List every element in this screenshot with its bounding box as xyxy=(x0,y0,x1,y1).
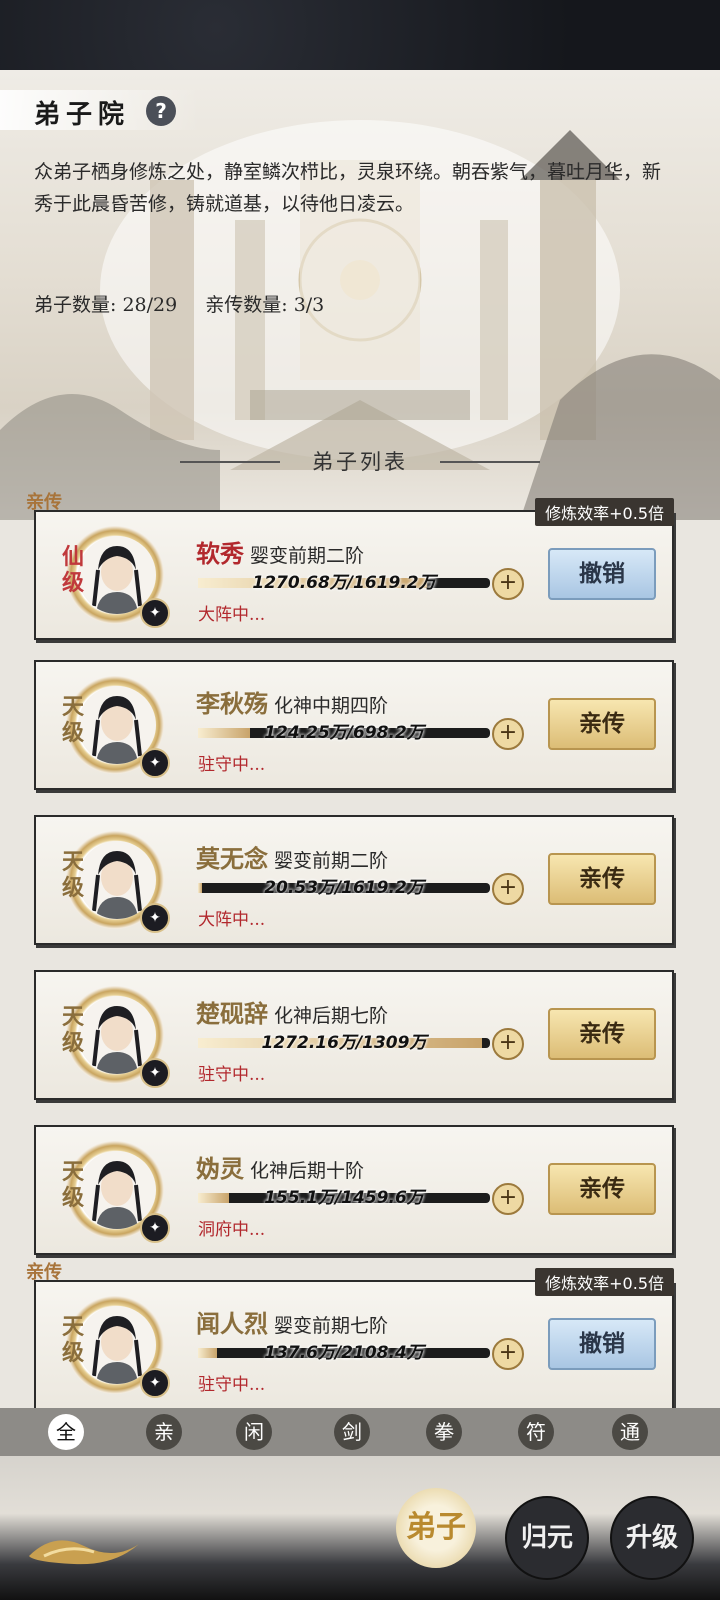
filter-tab[interactable]: 剑 xyxy=(334,1414,370,1450)
make-direct-button[interactable]: 亲传 xyxy=(548,698,656,750)
disciple-status: 驻守中... xyxy=(198,1375,266,1395)
disciple-name-row: 妫灵 化神后期十阶 xyxy=(196,1149,364,1184)
element-icon: ✦ xyxy=(140,748,170,778)
page-title: 弟子院 xyxy=(34,100,131,130)
disciple-name: 李秋殇 xyxy=(196,689,268,718)
element-icon: ✦ xyxy=(140,1058,170,1088)
disciple-count: 弟子数量: 28/29 xyxy=(34,294,178,316)
list-header: 弟子列表 xyxy=(0,442,720,482)
disciple-status: 驻守中... xyxy=(198,1065,266,1085)
disciple-card[interactable]: 天级 ✦ 楚砚辞 化神后期七阶 1272.16万/1309万 + 驻守中... 亲传 xyxy=(34,970,674,1100)
disciple-name: 莫无念 xyxy=(196,844,268,873)
ornament-right xyxy=(440,461,540,463)
disciple-name: 楚砚辞 xyxy=(196,999,268,1028)
grade-label: 天级 xyxy=(61,1004,84,1056)
disciple-card[interactable]: 亲传 修炼效率+0.5倍仙级 ✦ 软秀 婴变前期二阶 1270.68万/1619.2万 + 大… xyxy=(26,492,674,640)
grade-label: 天级 xyxy=(61,1314,84,1366)
help-icon[interactable]: ? xyxy=(146,96,176,126)
direct-disciple-tag: 亲传 xyxy=(26,1262,62,1283)
cultivation-bonus-badge: 修炼效率+0.5倍 xyxy=(535,498,674,526)
disciple-name: 软秀 xyxy=(196,539,244,568)
add-cultivation-button[interactable]: + xyxy=(492,1338,524,1370)
revoke-button[interactable]: 撤销 xyxy=(548,1318,656,1370)
revoke-button[interactable]: 撤销 xyxy=(548,548,656,600)
disciple-status: 驻守中... xyxy=(198,755,266,775)
filter-bar: 全亲闲剑拳符通 xyxy=(0,1408,720,1456)
filter-tab[interactable]: 符 xyxy=(518,1414,554,1450)
element-icon: ✦ xyxy=(140,903,170,933)
grade-label: 天级 xyxy=(61,694,84,746)
add-cultivation-button[interactable]: + xyxy=(492,718,524,750)
disciple-card[interactable]: 天级 ✦ 李秋殇 化神中期四阶 124.25万/698.2万 + 驻守中... 亲传 xyxy=(34,660,674,790)
nav-guiyuan-button[interactable]: 归元 xyxy=(505,1496,589,1580)
filter-tab[interactable]: 闲 xyxy=(236,1414,272,1450)
progress-text: 20.53万/1619.2万 xyxy=(264,878,424,898)
disciple-status: 洞府中... xyxy=(198,1220,266,1240)
nav-disciples-button[interactable]: 弟子 xyxy=(396,1488,476,1568)
add-cultivation-button[interactable]: + xyxy=(492,568,524,600)
add-cultivation-button[interactable]: + xyxy=(492,1028,524,1060)
filter-tab[interactable]: 通 xyxy=(612,1414,648,1450)
page-description: 众弟子栖身修炼之处，静室鳞次栉比，灵泉环绕。朝吞紫气，暮吐月华，新秀于此晨昏苦修… xyxy=(34,161,662,215)
disciple-name-row: 楚砚辞 化神后期七阶 xyxy=(196,994,388,1029)
element-icon: ✦ xyxy=(140,1368,170,1398)
disciple-name-row: 软秀 婴变前期二阶 xyxy=(196,534,364,569)
bottom-nav: 弟子 归元 升级 xyxy=(0,1456,720,1600)
element-icon: ✦ xyxy=(140,598,170,628)
disciple-list[interactable]: 亲传 修炼效率+0.5倍 仙级 ✦ 软秀 婴变前期二阶 1270.68万/1619.2万 + 大… xyxy=(0,490,720,1410)
disciple-status: 大阵中... xyxy=(198,605,266,625)
add-cultivation-button[interactable]: + xyxy=(492,1183,524,1215)
progress-text: 1272.16万/1309万 xyxy=(261,1033,427,1053)
direct-disciple-count: 亲传数量: 3/3 xyxy=(205,294,325,316)
disciple-realm: 化神中期四阶 xyxy=(274,695,389,717)
disciple-realm: 婴变前期二阶 xyxy=(274,850,389,872)
filter-tab[interactable]: 亲 xyxy=(146,1414,182,1450)
nav-disciples-label: 弟子 xyxy=(406,1510,466,1545)
progress-text: 1270.68万/1619.2万 xyxy=(252,573,436,593)
top-status-bar xyxy=(0,0,720,70)
filter-tab[interactable]: 拳 xyxy=(426,1414,462,1450)
disciple-realm: 婴变前期二阶 xyxy=(250,545,365,567)
grade-label: 天级 xyxy=(61,849,84,901)
progress-text: 137.6万/2108.4万 xyxy=(264,1343,424,1363)
nav-upgrade-label: 升级 xyxy=(625,1523,678,1553)
nav-guiyuan-label: 归元 xyxy=(520,1523,573,1553)
progress-text: 124.25万/698.2万 xyxy=(264,723,424,743)
disciple-name-row: 莫无念 婴变前期二阶 xyxy=(196,839,388,874)
element-icon: ✦ xyxy=(140,1213,170,1243)
direct-disciple-tag: 亲传 xyxy=(26,492,62,513)
disciple-name: 闻人烈 xyxy=(196,1309,268,1338)
grade-label: 仙级 xyxy=(61,544,84,596)
make-direct-button[interactable]: 亲传 xyxy=(548,1008,656,1060)
swirl-decoration-icon xyxy=(29,1540,139,1565)
disciple-realm: 化神后期七阶 xyxy=(274,1005,389,1027)
make-direct-button[interactable]: 亲传 xyxy=(548,853,656,905)
progress-text: 155.1万/1459.6万 xyxy=(264,1188,424,1208)
disciple-name-row: 李秋殇 化神中期四阶 xyxy=(196,684,388,719)
nav-upgrade-button[interactable]: 升级 xyxy=(610,1496,694,1580)
make-direct-button[interactable]: 亲传 xyxy=(548,1163,656,1215)
disciple-name-row: 闻人烈 婴变前期七阶 xyxy=(196,1304,388,1339)
grade-label: 天级 xyxy=(61,1159,84,1211)
ornament-left xyxy=(180,461,280,463)
list-title: 弟子列表 xyxy=(312,450,408,474)
disciple-status: 大阵中... xyxy=(198,910,266,930)
disciple-card[interactable]: 亲传 修炼效率+0.5倍天级 ✦ 闻人烈 婴变前期七阶 137.6万/2108.4万 + 驻守… xyxy=(26,1262,674,1410)
cultivation-bonus-badge: 修炼效率+0.5倍 xyxy=(535,1268,674,1296)
disciple-realm: 婴变前期七阶 xyxy=(274,1315,389,1337)
filter-tab[interactable]: 全 xyxy=(48,1414,84,1450)
disciple-card[interactable]: 天级 ✦ 莫无念 婴变前期二阶 20.53万/1619.2万 + 大阵中... 亲传 xyxy=(34,815,674,945)
disciple-card[interactable]: 天级 ✦ 妫灵 化神后期十阶 155.1万/1459.6万 + 洞府中... 亲传 xyxy=(34,1125,674,1255)
add-cultivation-button[interactable]: + xyxy=(492,873,524,905)
disciple-name: 妫灵 xyxy=(196,1154,244,1183)
count-row: 弟子数量: 28/29 亲传数量: 3/3 xyxy=(34,290,346,317)
disciple-realm: 化神后期十阶 xyxy=(250,1160,365,1182)
